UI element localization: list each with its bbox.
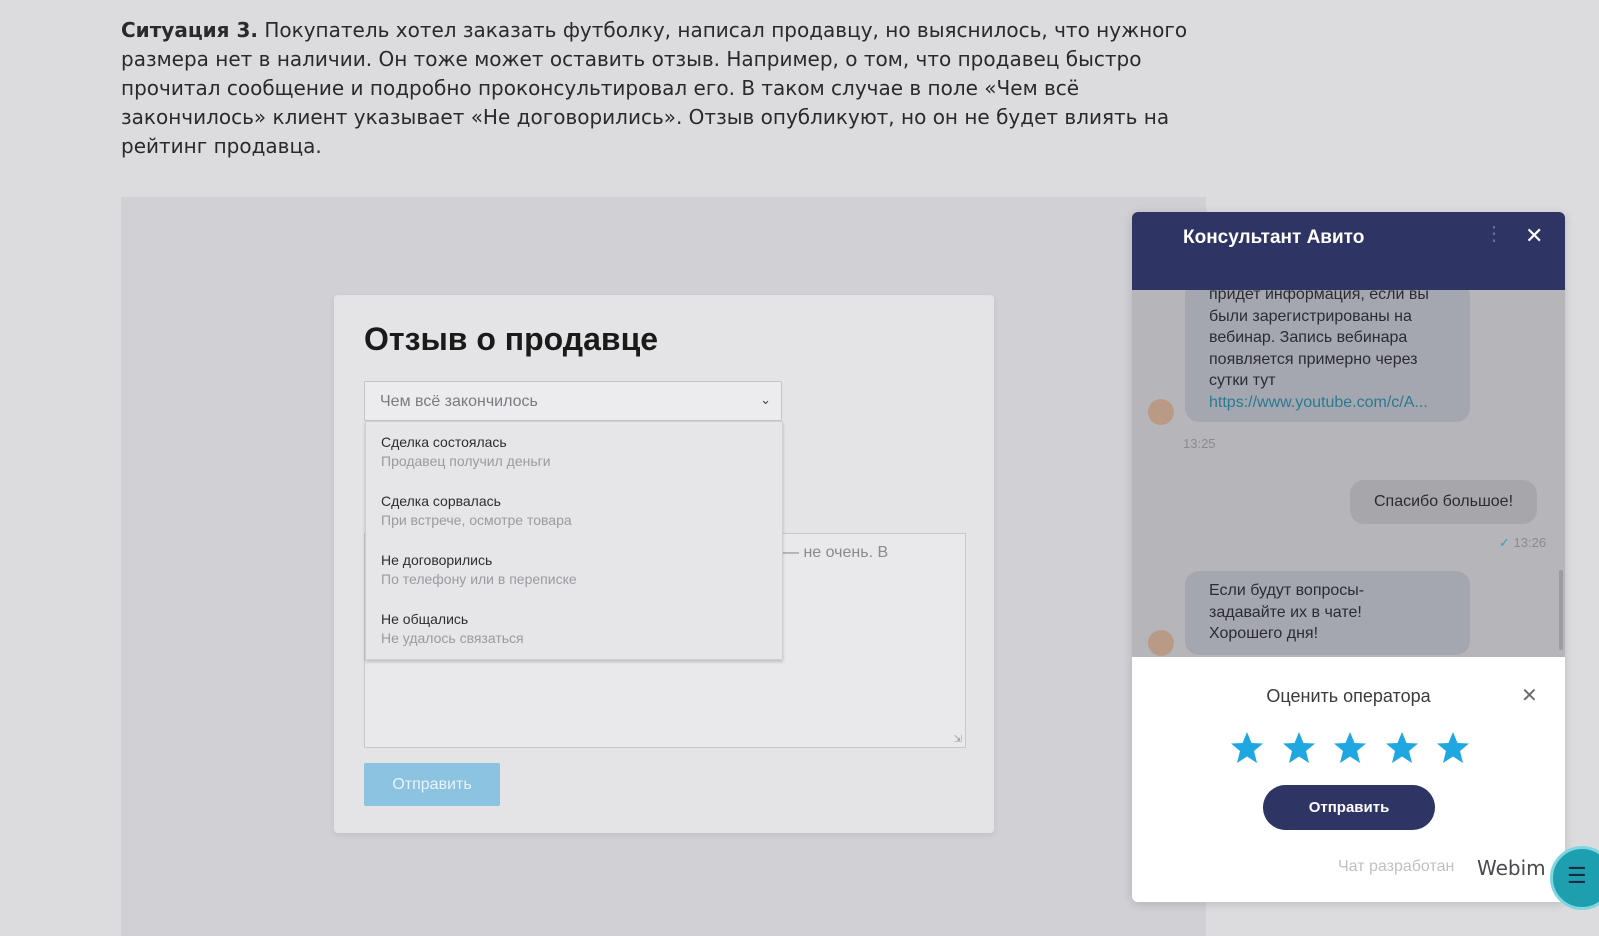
star-icon[interactable] — [1282, 731, 1316, 765]
star-icon[interactable] — [1385, 731, 1419, 765]
chat-scrollbar[interactable] — [1559, 570, 1563, 650]
message-line: Если будут вопросы- — [1209, 582, 1365, 599]
outcome-select-value: Чем всё закончилось — [380, 393, 538, 410]
article-text: Покупатель хотел заказать футболку, напи… — [121, 18, 1188, 158]
option-deal-done[interactable]: Сделка состоялась Продавец получил деньг… — [381, 433, 551, 471]
close-icon[interactable]: ✕ — [1525, 225, 1543, 247]
star-icon[interactable] — [1230, 731, 1264, 765]
option-no-agreement[interactable]: Не договорились По телефону или в перепи… — [381, 551, 577, 589]
message-line: придет информация, если вы — [1209, 290, 1429, 303]
star-icon[interactable] — [1436, 731, 1470, 765]
option-deal-failed[interactable]: Сделка сорвалась При встрече, осмотре то… — [381, 492, 572, 530]
chat-messages: придет информация, если вы были зарегист… — [1132, 290, 1565, 657]
star-icon[interactable] — [1333, 731, 1367, 765]
message-line: задавайте их в чате! — [1209, 603, 1362, 621]
chat-title: Консультант Авито — [1183, 227, 1365, 248]
chat-icon: ☰ — [1567, 863, 1587, 888]
message-line: Хорошего дня! — [1209, 625, 1319, 642]
message-line: сутки тут — [1209, 372, 1276, 389]
message-line: были зарегистрированы на — [1209, 307, 1412, 325]
option-no-contact[interactable]: Не общались Не удалось связаться — [381, 610, 524, 648]
option-subtitle: По телефону или в переписке — [381, 571, 577, 587]
review-submit-button[interactable]: Отправить — [364, 763, 500, 806]
chat-widget: Консультант Авито ⋮ ✕ придет информация,… — [1132, 212, 1565, 902]
outcome-select[interactable]: Чем всё закончилось ⌄ — [364, 381, 782, 421]
webim-logo[interactable]: Webim — [1477, 856, 1546, 880]
more-vertical-icon[interactable]: ⋮ — [1484, 224, 1504, 244]
article-lead: Ситуация 3. — [121, 18, 258, 42]
user-message: Спасибо большое! — [1350, 480, 1538, 524]
operator-message: придет информация, если вы были зарегист… — [1185, 290, 1470, 422]
option-title: Не договорились — [381, 552, 493, 568]
message-time: 13:26 — [1513, 535, 1547, 550]
seller-review-form: Отзыв о продавце Чем всё закончилось ⌄ —… — [334, 295, 994, 833]
option-subtitle: Не удалось связаться — [381, 630, 524, 646]
message-time-read: ✓ 13:26 — [1499, 535, 1546, 551]
option-subtitle: При встрече, осмотре товара — [381, 512, 572, 528]
rate-operator-panel: Оценить оператора ✕ Отправить Чат разраб… — [1132, 657, 1565, 902]
chevron-down-icon: ⌄ — [760, 392, 771, 407]
powered-by-text: Чат разработан — [1338, 858, 1455, 875]
option-title: Не общались — [381, 611, 469, 627]
outcome-dropdown: Сделка состоялась Продавец получил деньг… — [365, 421, 783, 660]
review-title: Отзыв о продавце — [364, 321, 659, 357]
chat-header: Консультант Авито ⋮ ✕ — [1132, 212, 1565, 290]
review-textarea-text: — не очень. В — [783, 544, 889, 561]
article-paragraph: Ситуация 3. Покупатель хотел заказать фу… — [121, 16, 1211, 161]
close-icon[interactable]: ✕ — [1521, 683, 1538, 708]
operator-avatar — [1148, 630, 1174, 656]
read-check-icon: ✓ — [1499, 535, 1510, 550]
resize-grip-icon[interactable]: ⇲ — [954, 734, 962, 745]
message-time: 13:25 — [1183, 436, 1216, 451]
option-subtitle: Продавец получил деньги — [381, 453, 551, 469]
rating-send-button[interactable]: Отправить — [1263, 785, 1435, 830]
option-title: Сделка сорвалась — [381, 493, 501, 509]
option-title: Сделка состоялась — [381, 434, 507, 450]
operator-avatar — [1148, 399, 1174, 425]
rate-title: Оценить оператора — [1266, 686, 1431, 706]
message-link[interactable]: https://www.youtube.com/c/A... — [1209, 392, 1446, 414]
message-line: появляется примерно через — [1209, 350, 1418, 368]
operator-message: Если будут вопросы- задавайте их в чате!… — [1185, 571, 1470, 655]
message-line: вебинар. Запись вебинара — [1209, 329, 1408, 346]
